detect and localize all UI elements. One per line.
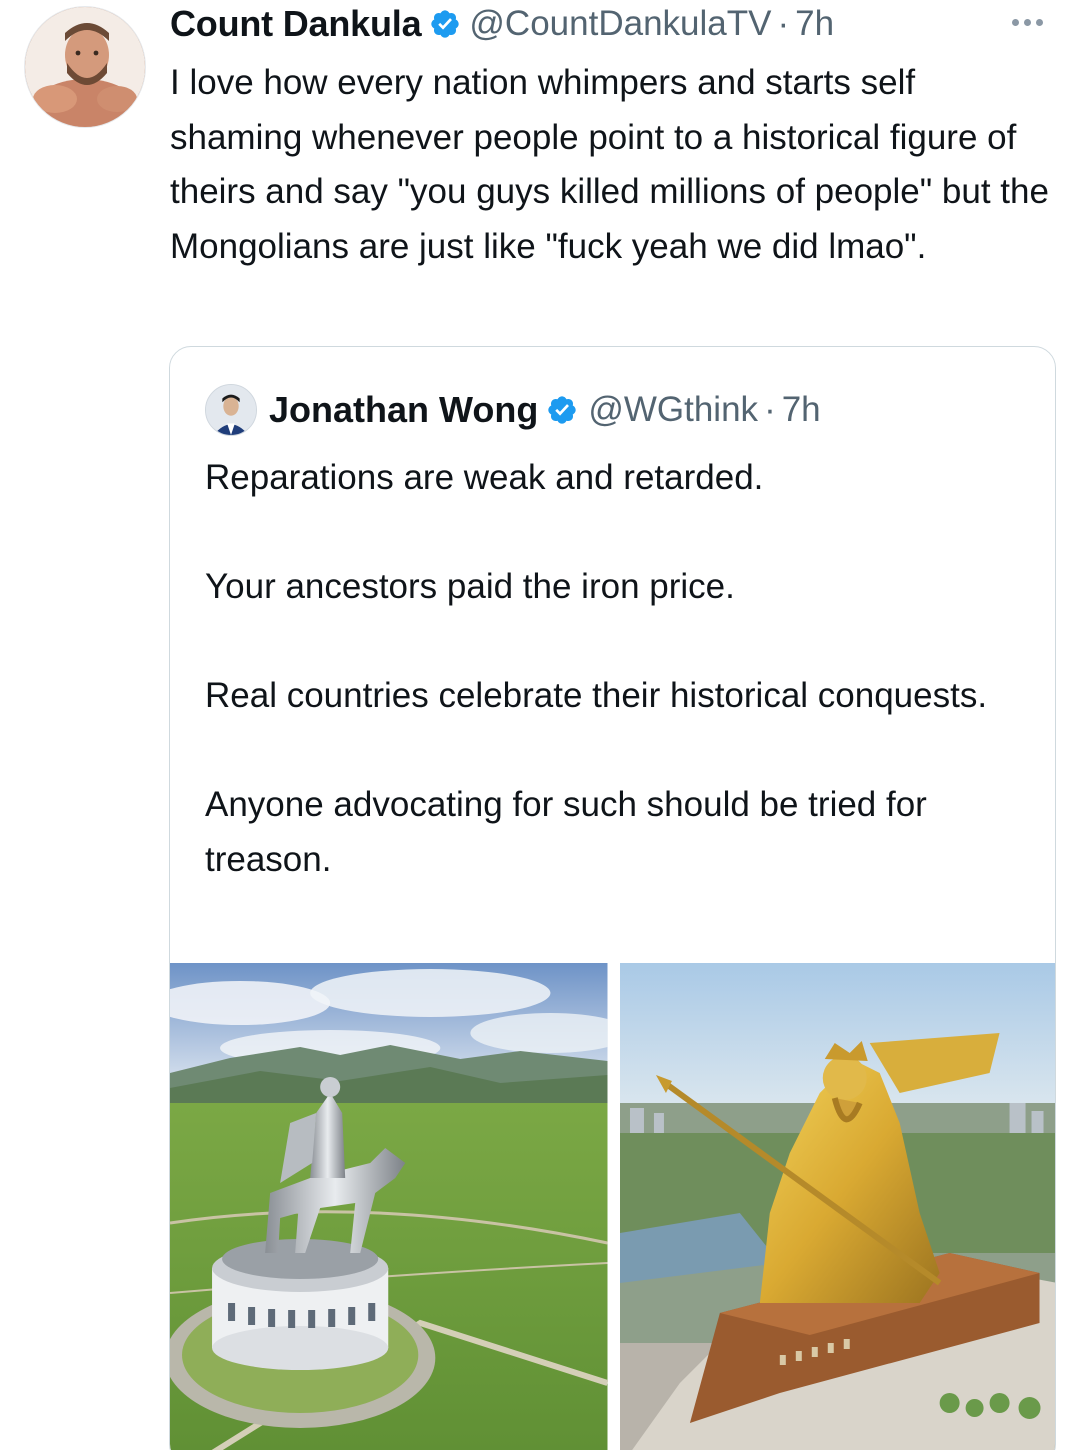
- media-photo-2[interactable]: [619, 963, 1055, 1450]
- more-options-icon[interactable]: [1012, 14, 1052, 30]
- quoted-tweet[interactable]: Jonathan Wong @WGthink · 7h Reparations …: [169, 346, 1056, 1450]
- quoted-tweet-text: Reparations are weak and retarded. Your …: [205, 451, 1035, 887]
- quoted-paragraph: Real countries celebrate their historica…: [205, 676, 988, 715]
- tweet-text: I love how every nation whimpers and sta…: [170, 63, 1049, 266]
- verified-badge-icon: [429, 8, 461, 40]
- ellipsis-dot: [1024, 18, 1031, 26]
- quoted-tweet-header: Jonathan Wong @WGthink · 7h: [205, 384, 821, 436]
- header-separator: ·: [777, 4, 790, 43]
- media-grid: [170, 963, 1055, 1450]
- author-display-name[interactable]: Count Dankula: [170, 3, 422, 45]
- quoted-paragraph: Your ancestors paid the iron price.: [205, 567, 735, 606]
- media-photo-1[interactable]: [170, 963, 608, 1450]
- ellipsis-dot: [1012, 18, 1019, 26]
- quoted-author-display-name[interactable]: Jonathan Wong: [269, 389, 538, 431]
- author-handle[interactable]: @CountDankulaTV: [469, 4, 771, 44]
- author-avatar[interactable]: [24, 6, 146, 128]
- verified-badge-icon: [546, 394, 578, 426]
- quoted-paragraph: Anyone advocating for such should be tri…: [205, 785, 927, 879]
- quoted-tweet-timestamp[interactable]: 7h: [782, 390, 821, 430]
- tweet-header: Count Dankula @CountDankulaTV · 7h: [170, 2, 834, 46]
- tweet-timestamp[interactable]: 7h: [795, 4, 834, 44]
- quoted-author-avatar[interactable]: [205, 384, 257, 436]
- header-separator: ·: [764, 390, 776, 429]
- ellipsis-dot: [1036, 18, 1043, 26]
- quoted-author-handle[interactable]: @WGthink: [588, 390, 758, 430]
- quoted-paragraph: Reparations are weak and retarded.: [205, 458, 764, 497]
- tweet[interactable]: Count Dankula @CountDankulaTV · 7h I lov…: [0, 0, 1080, 1450]
